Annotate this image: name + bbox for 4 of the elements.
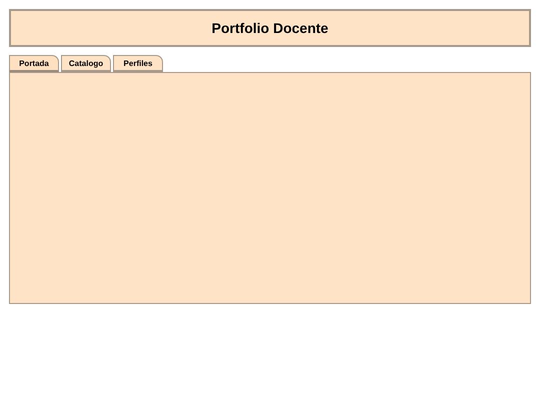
- tab[interactable]: Portada: [9, 55, 59, 72]
- page-title: Portfolio Docente: [212, 20, 328, 36]
- tab[interactable]: Catalogo: [61, 55, 111, 72]
- tab[interactable]: Perfiles: [113, 55, 163, 72]
